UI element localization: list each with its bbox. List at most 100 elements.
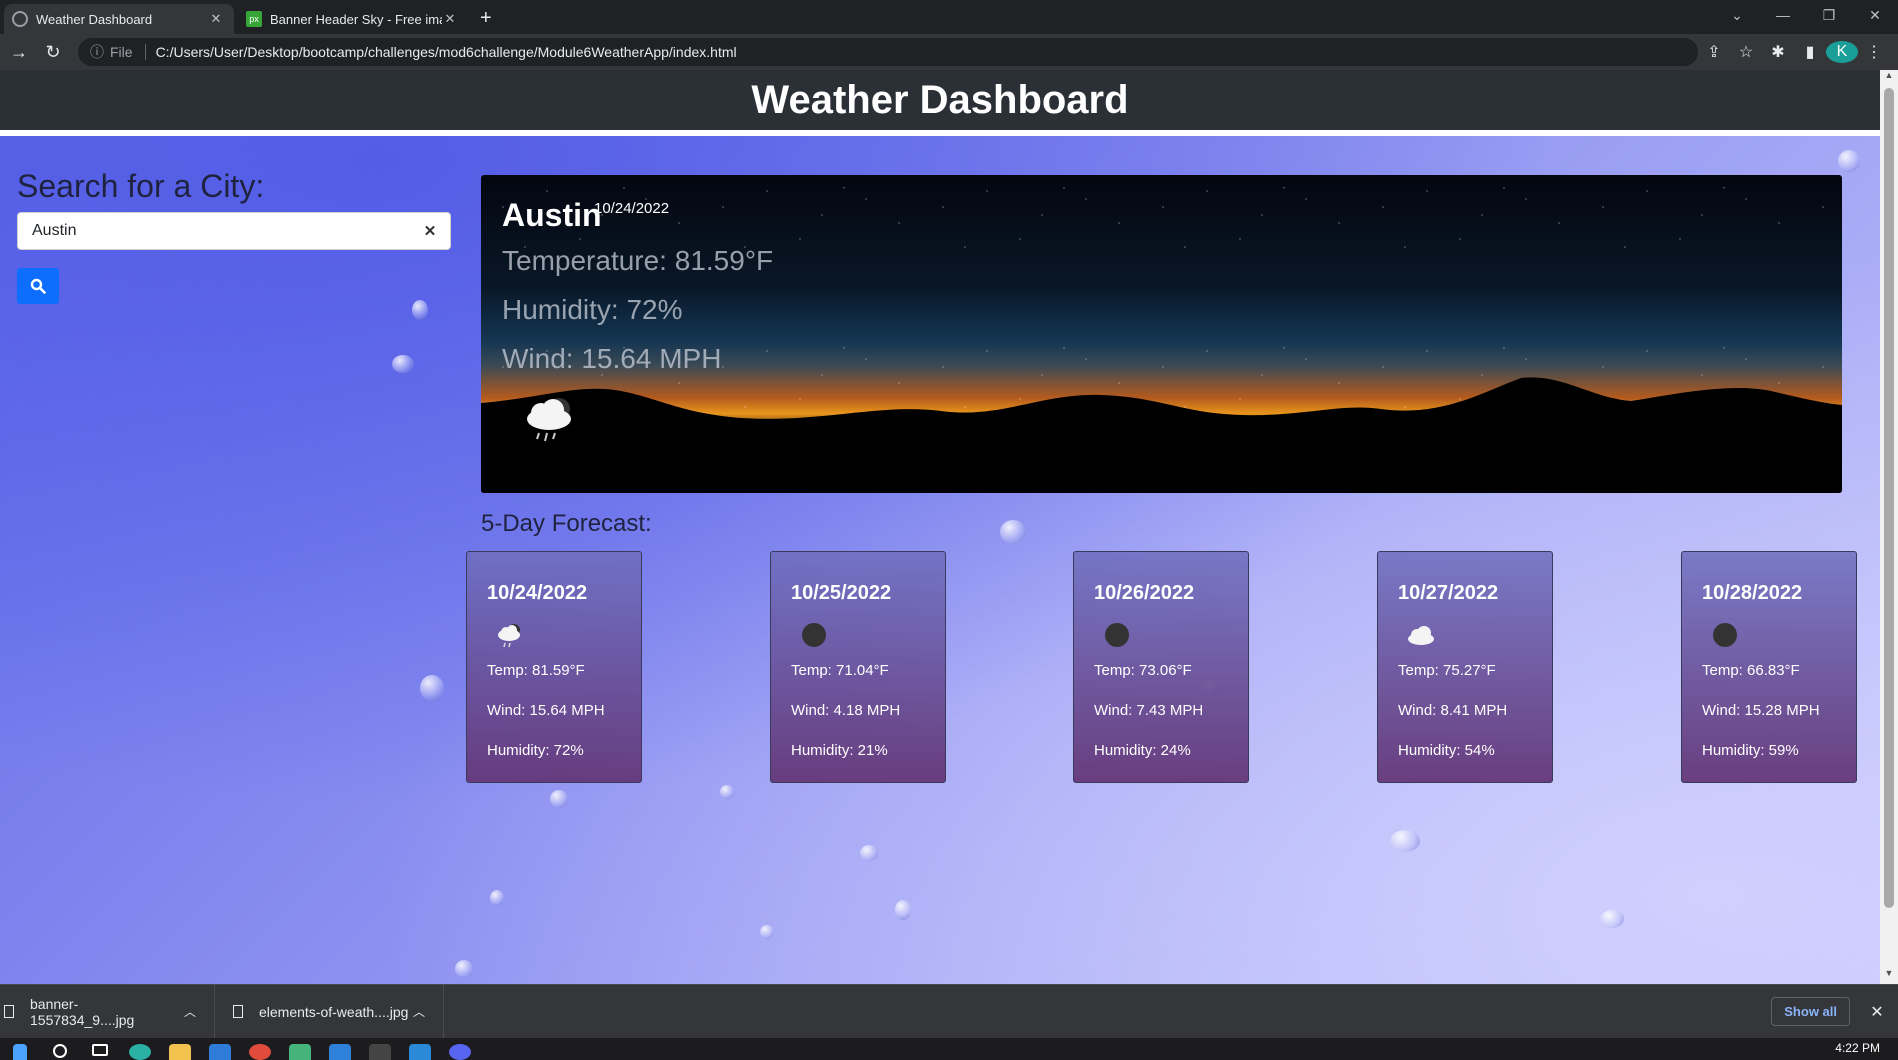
forecast-wind: Wind: 4.18 MPH [791,702,901,719]
current-city-name: Austin [502,197,602,233]
current-humidity: Humidity: 72% [502,294,683,325]
tab-weather-dashboard[interactable]: Weather Dashboard ✕ [4,4,234,34]
clear-night-icon [1105,623,1129,647]
forecast-humidity: Humidity: 54% [1398,742,1495,759]
divider [144,44,146,60]
water-drop-decoration [490,890,504,906]
forecast-wind: Wind: 15.64 MPH [487,702,605,719]
scroll-up-arrow[interactable]: ▲ [1880,70,1898,86]
current-wind: Wind: 15.64 MPH [502,343,722,374]
water-drop-decoration [392,355,414,373]
url-text[interactable]: C:/Users/User/Desktop/bootcamp/challenge… [156,44,737,60]
city-search-input[interactable] [17,212,451,250]
forecast-wind: Wind: 15.28 MPH [1702,702,1820,719]
search-button[interactable] [17,268,59,304]
window-controls: ⌄ — ❐ ✕ [1714,0,1898,30]
water-drop-decoration [1838,150,1860,172]
forecast-wind: Wind: 7.43 MPH [1094,702,1204,719]
system-clock[interactable]: 4:22 PM [1835,1038,1880,1055]
chrome-icon[interactable] [240,1038,280,1060]
profile-avatar[interactable]: K [1826,41,1858,63]
close-tab-icon[interactable]: ✕ [208,11,224,27]
toolbar-icons: ⇪ ☆ ✱ ▮ K ⋮ [1698,41,1890,63]
task-view-icon[interactable] [80,1038,120,1060]
close-window-button[interactable]: ✕ [1852,0,1898,30]
page-header: Weather Dashboard [0,70,1880,136]
forecast-card: 10/25/2022 Temp: 71.04°F Wind: 4.18 MPH … [770,551,946,783]
bookmark-star-icon[interactable]: ☆ [1730,42,1762,62]
download-item[interactable]: elements-of-weath....jpg ︿ [215,984,444,1039]
start-button[interactable] [0,1038,40,1060]
chevron-up-icon[interactable]: ︿ [180,1003,200,1020]
edge-icon[interactable] [120,1038,160,1060]
extensions-icon[interactable]: ✱ [1762,42,1794,62]
scroll-down-arrow[interactable]: ▼ [1880,968,1898,984]
download-item[interactable]: banner-1557834_9....jpg ︿ [0,984,215,1039]
menu-icon[interactable]: ⋮ [1858,42,1890,62]
forecast-humidity: Humidity: 24% [1094,742,1191,759]
search-icon [30,278,46,294]
clear-night-icon [802,623,826,647]
water-drop-decoration [720,785,734,799]
forecast-temp: Temp: 73.06°F [1094,662,1192,679]
vscode-icon[interactable] [400,1038,440,1060]
close-download-bar-icon[interactable]: ✕ [1862,1002,1892,1022]
current-weather-card: Austin 10/24/2022 Temperature: 81.59°F H… [481,175,1842,493]
forward-button[interactable]: → [4,37,34,67]
file-explorer-icon[interactable] [160,1038,200,1060]
water-drop-decoration [860,845,878,861]
mail-icon[interactable] [200,1038,240,1060]
windows-taskbar: 4:22 PM [0,1038,1898,1060]
tab-search-icon[interactable]: ⌄ [1714,0,1760,30]
forecast-date: 10/25/2022 [791,582,892,604]
chevron-up-icon[interactable]: ︿ [409,1003,429,1020]
tab-title: Banner Header Sky - Free image [270,11,442,27]
current-date: 10/24/2022 [594,200,670,217]
globe-icon [12,11,28,27]
side-panel-icon[interactable]: ▮ [1794,42,1826,62]
current-temperature: Temperature: 81.59°F [502,245,774,276]
restore-button[interactable]: ❐ [1806,0,1852,30]
forecast-humidity: Humidity: 21% [791,742,888,759]
water-drop-decoration [1000,520,1026,544]
new-tab-button[interactable]: + [468,7,504,34]
browser-toolbar: → ↻ ⓘ File C:/Users/User/Desktop/bootcam… [0,34,1898,70]
search-heading: Search for a City: [17,168,265,204]
avatar: K [1826,41,1858,63]
water-drop-decoration [420,675,444,701]
search-icon[interactable] [40,1038,80,1060]
forecast-card: 10/28/2022 Temp: 66.83°F Wind: 15.28 MPH… [1681,551,1857,783]
minimize-button[interactable]: — [1760,0,1806,30]
scheme-label: File [110,44,133,60]
share-icon[interactable]: ⇪ [1698,42,1730,62]
page-scrollbar[interactable]: ▲ ▼ [1880,70,1898,984]
forecast-date: 10/26/2022 [1094,582,1195,604]
clear-input-icon[interactable]: ✕ [422,222,438,240]
info-icon[interactable]: ⓘ [90,42,104,62]
photos-icon[interactable] [320,1038,360,1060]
scrollbar-thumb[interactable] [1884,88,1894,908]
discord-icon[interactable] [440,1038,480,1060]
download-filename: elements-of-weath....jpg [259,1003,409,1020]
slack-icon[interactable] [280,1038,320,1060]
terminal-icon[interactable] [360,1038,400,1060]
reload-button[interactable]: ↻ [38,37,68,67]
page-title: Weather Dashboard [751,77,1129,122]
pixabay-favicon-icon: px [246,11,262,27]
forecast-heading: 5-Day Forecast: [481,510,652,537]
rain-cloud-icon [498,624,520,648]
forecast-card: 10/26/2022 Temp: 73.06°F Wind: 7.43 MPH … [1073,551,1249,783]
forecast-card: 10/27/2022 Temp: 75.27°F Wind: 8.41 MPH … [1377,551,1553,783]
forecast-date: 10/24/2022 [487,582,588,604]
file-icon [233,1005,243,1018]
forecast-temp: Temp: 71.04°F [791,662,889,679]
forecast-wind: Wind: 8.41 MPH [1398,702,1508,719]
forecast-humidity: Humidity: 59% [1702,742,1799,759]
forecast-temp: Temp: 81.59°F [487,662,585,679]
tab-banner-header-sky[interactable]: px Banner Header Sky - Free image ✕ [238,4,468,34]
show-all-downloads-button[interactable]: Show all [1771,997,1850,1026]
close-tab-icon[interactable]: ✕ [442,11,458,27]
rain-cloud-night-icon [527,398,571,442]
address-bar[interactable]: ⓘ File C:/Users/User/Desktop/bootcamp/ch… [78,38,1698,66]
forecast-temp: Temp: 66.83°F [1702,662,1800,679]
